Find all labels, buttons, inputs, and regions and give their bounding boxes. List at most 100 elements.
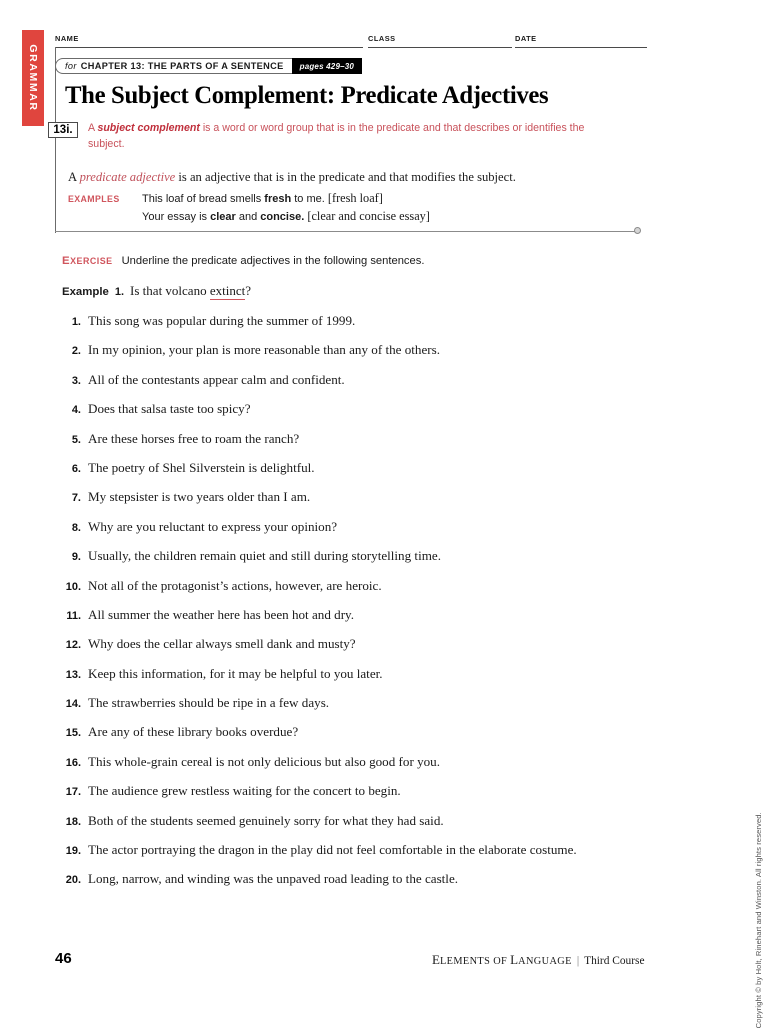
exercise-item-sentence[interactable]: Not all of the protagonist’s actions, ho… xyxy=(88,578,382,594)
exercise-item-sentence[interactable]: Both of the students seemed genuinely so… xyxy=(88,813,444,829)
exercise-label: EXERCISE xyxy=(62,255,113,267)
exercise-item-number: 3. xyxy=(71,374,81,387)
worked-example-after: ? xyxy=(245,283,252,298)
exercise-item: 9. Usually, the children remain quiet and… xyxy=(62,548,662,577)
exercise-item: 3. All of the contestants appear calm and… xyxy=(62,372,662,401)
exercise-item: 8. Why are you reluctant to express your … xyxy=(62,519,662,548)
page-number: 46 xyxy=(55,950,72,967)
exercise-item: 6. The poetry of Shel Silverstein is deli… xyxy=(62,460,662,489)
exercise-item-number: 8. xyxy=(71,521,81,534)
rule-number-box: 13i. xyxy=(48,122,78,138)
exercise-item-sentence[interactable]: All of the contestants appear calm and c… xyxy=(88,372,345,388)
exercise-item-sentence[interactable]: The audience grew restless waiting for t… xyxy=(88,783,401,799)
rule-statement: A subject complement is a word or word g… xyxy=(88,121,610,152)
example-bracket: [fresh loaf] xyxy=(327,191,383,205)
footer-book-title: ELEMENTS OF LANGUAGE | Third Course xyxy=(432,952,645,968)
definition-rest: is an adjective that is in the predicate… xyxy=(175,170,516,184)
rule-block-end-dot-icon xyxy=(634,227,641,234)
rule-block-bottom-border xyxy=(55,231,638,233)
class-writing-line[interactable] xyxy=(368,47,512,49)
exercise-item-number: 15. xyxy=(65,727,81,740)
exercise-item: 1. This song was popular during the summe… xyxy=(62,313,662,342)
footer-course: Third Course xyxy=(584,955,645,967)
name-writing-line[interactable] xyxy=(55,47,363,49)
example-before: This loaf of bread smells xyxy=(142,193,265,205)
exercise-item: 7. My stepsister is two years older than … xyxy=(62,489,662,518)
example-sentence: This loaf of bread smells fresh to me. [… xyxy=(142,190,383,208)
exercise-item-sentence[interactable]: The poetry of Shel Silverstein is deligh… xyxy=(88,460,315,476)
definition-statement: A predicate adjective is an adjective th… xyxy=(68,169,628,185)
example-after: to me. xyxy=(291,193,328,205)
exercise-item-number: 17. xyxy=(65,786,81,799)
exercise-item-number: 9. xyxy=(71,551,81,564)
rule-term: subject complement xyxy=(97,122,200,134)
exercise-item-sentence[interactable]: Does that salsa taste too spicy? xyxy=(88,401,251,417)
exercise-item: 11. All summer the weather here has been … xyxy=(62,607,662,636)
exercise-item-number: 11. xyxy=(66,609,81,622)
worked-example: Example 1. Is that volcano extinct? xyxy=(62,283,252,300)
example-before: Your essay is xyxy=(142,211,211,223)
exercise-item-sentence[interactable]: Are these horses free to roam the ranch? xyxy=(88,431,299,447)
exercise-item-sentence[interactable]: The strawberries should be ripe in a few… xyxy=(88,695,329,711)
class-label: CLASS xyxy=(368,34,396,43)
exercise-item-number: 10. xyxy=(65,580,81,593)
exercise-item: 18. Both of the students seemed genuinely… xyxy=(62,813,662,842)
worked-example-sentence: Is that volcano extinct? xyxy=(130,283,252,300)
worked-example-answer: extinct xyxy=(209,283,246,300)
exercise-item-number: 18. xyxy=(65,815,81,828)
exercise-heading: EXERCISE Underline the predicate adjecti… xyxy=(62,255,424,267)
chapter-for-word: for xyxy=(65,61,77,71)
footer-book-anguage: ANGUAGE xyxy=(518,956,572,967)
exercise-item-sentence[interactable]: Are any of these library books overdue? xyxy=(88,724,298,740)
exercise-item-number: 7. xyxy=(71,492,81,505)
copyright-notice: Copyright © by Holt, Rinehart and Winsto… xyxy=(754,812,763,1028)
name-label: NAME xyxy=(55,34,79,43)
exercise-item-sentence[interactable]: The actor portraying the dragon in the p… xyxy=(88,842,577,858)
exercise-item-number: 13. xyxy=(65,668,81,681)
exercise-item-sentence[interactable]: Usually, the children remain quiet and s… xyxy=(88,548,441,564)
exercise-item-number: 4. xyxy=(71,404,81,417)
exercise-item: 20. Long, narrow, and winding was the unp… xyxy=(62,871,662,900)
exercise-item: 16. This whole-grain cereal is not only d… xyxy=(62,754,662,783)
exercise-item: 5. Are these horses free to roam the ranc… xyxy=(62,431,662,460)
exercise-item: 4. Does that salsa taste too spicy? xyxy=(62,401,662,430)
exercise-label-cap: E xyxy=(62,255,71,267)
exercise-item-sentence[interactable]: Why are you reluctant to express your op… xyxy=(88,519,337,535)
exercise-item-sentence[interactable]: This song was popular during the summer … xyxy=(88,313,355,329)
student-info-header: NAME CLASS DATE xyxy=(55,34,647,50)
worked-example-number: 1. xyxy=(114,286,125,298)
definition-term: predicate adjective xyxy=(79,170,176,184)
grammar-side-tab-label: GRAMMAR xyxy=(27,44,39,112)
date-writing-line[interactable] xyxy=(515,47,647,49)
exercise-item-sentence[interactable]: My stepsister is two years older than I … xyxy=(88,489,310,505)
grammar-side-tab: GRAMMAR xyxy=(22,30,44,126)
exercise-item: 13. Keep this information, for it may be … xyxy=(62,666,662,695)
example-bracket: [clear and concise essay] xyxy=(307,209,430,223)
footer-book-l: L xyxy=(510,952,519,967)
footer-book-e: E xyxy=(432,952,440,967)
exercise-item-number: 19. xyxy=(65,845,81,858)
exercise-item: 12. Why does the cellar always smell dank… xyxy=(62,636,662,665)
examples-block: EXAMPLES This loaf of bread smells fresh… xyxy=(68,190,628,226)
exercise-item-sentence[interactable]: Why does the cellar always smell dank an… xyxy=(88,636,356,652)
exercise-item: 15. Are any of these library books overdu… xyxy=(62,724,662,753)
exercise-item-sentence[interactable]: This whole-grain cereal is not only deli… xyxy=(88,754,440,770)
exercise-item-number: 20. xyxy=(65,874,81,887)
rule-block-left-border xyxy=(55,47,57,233)
examples-row: EXAMPLES This loaf of bread smells fresh… xyxy=(68,190,628,208)
worked-example-before: Is that volcano xyxy=(130,283,210,298)
exercise-item: 14. The strawberries should be ripe in a … xyxy=(62,695,662,724)
exercise-item-sentence[interactable]: In my opinion, your plan is more reasona… xyxy=(88,342,440,358)
exercise-item-sentence[interactable]: Long, narrow, and winding was the unpave… xyxy=(88,871,458,887)
definition-lead: A xyxy=(68,170,80,184)
example-sentence: Your essay is clear and concise. [clear … xyxy=(142,208,430,226)
date-label: DATE xyxy=(515,34,537,43)
worked-example-label: Example xyxy=(62,286,109,298)
exercise-item-sentence[interactable]: All summer the weather here has been hot… xyxy=(88,607,354,623)
example-mid: and xyxy=(235,211,261,223)
exercise-item-sentence[interactable]: Keep this information, for it may be hel… xyxy=(88,666,383,682)
exercise-item-number: 6. xyxy=(71,462,81,475)
exercise-instruction: Underline the predicate adjectives in th… xyxy=(121,255,425,267)
pages-badge: pages 429–30 xyxy=(291,58,363,74)
chapter-banner: for CHAPTER 13: THE PARTS OF A SENTENCE … xyxy=(55,58,363,74)
